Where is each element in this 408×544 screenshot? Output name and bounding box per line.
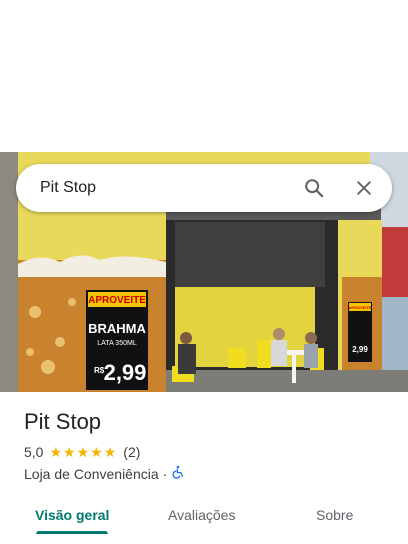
place-tabs: Visão geral Avaliações Sobre bbox=[0, 495, 408, 535]
active-tab-indicator bbox=[36, 531, 108, 534]
star-icon: ★ bbox=[103, 444, 117, 460]
small-sign-header-text: APROVEITE bbox=[348, 305, 371, 310]
sign-size-text: LATA 350ML bbox=[97, 340, 137, 347]
sign-brand-text: BRAHMA bbox=[88, 321, 146, 336]
search-bar[interactable]: Pit Stop bbox=[16, 164, 392, 212]
wheelchair-accessible-icon bbox=[171, 465, 185, 482]
rating-row[interactable]: 5,0 ★ ★ ★ ★ ★ (2) bbox=[24, 444, 140, 460]
star-icon: ★ bbox=[76, 444, 90, 460]
search-icon[interactable] bbox=[302, 176, 326, 200]
separator: · bbox=[162, 465, 168, 482]
star-icon: ★ bbox=[63, 444, 76, 460]
sign-aproveite-text: APROVEITE bbox=[88, 295, 146, 306]
close-icon[interactable] bbox=[352, 176, 376, 200]
tab-about[interactable]: Sobre bbox=[316, 495, 353, 535]
small-sign-price-text: 2,99 bbox=[352, 345, 368, 354]
search-input[interactable]: Pit Stop bbox=[40, 179, 302, 197]
star-rating: ★ ★ ★ ★ ★ bbox=[49, 445, 117, 459]
star-icon: ★ bbox=[90, 444, 103, 460]
category-row: Loja de Conveniência · bbox=[24, 465, 185, 482]
place-title: Pit Stop bbox=[24, 409, 102, 434]
tab-reviews[interactable]: Avaliações bbox=[168, 495, 235, 535]
star-icon: ★ bbox=[49, 444, 63, 460]
sign-price-text: 2,99 bbox=[104, 360, 147, 385]
rating-value: 5,0 bbox=[24, 444, 44, 460]
place-category: Loja de Conveniência bbox=[24, 465, 159, 482]
review-count[interactable]: (2) bbox=[123, 444, 140, 460]
tab-overview[interactable]: Visão geral bbox=[35, 495, 109, 535]
